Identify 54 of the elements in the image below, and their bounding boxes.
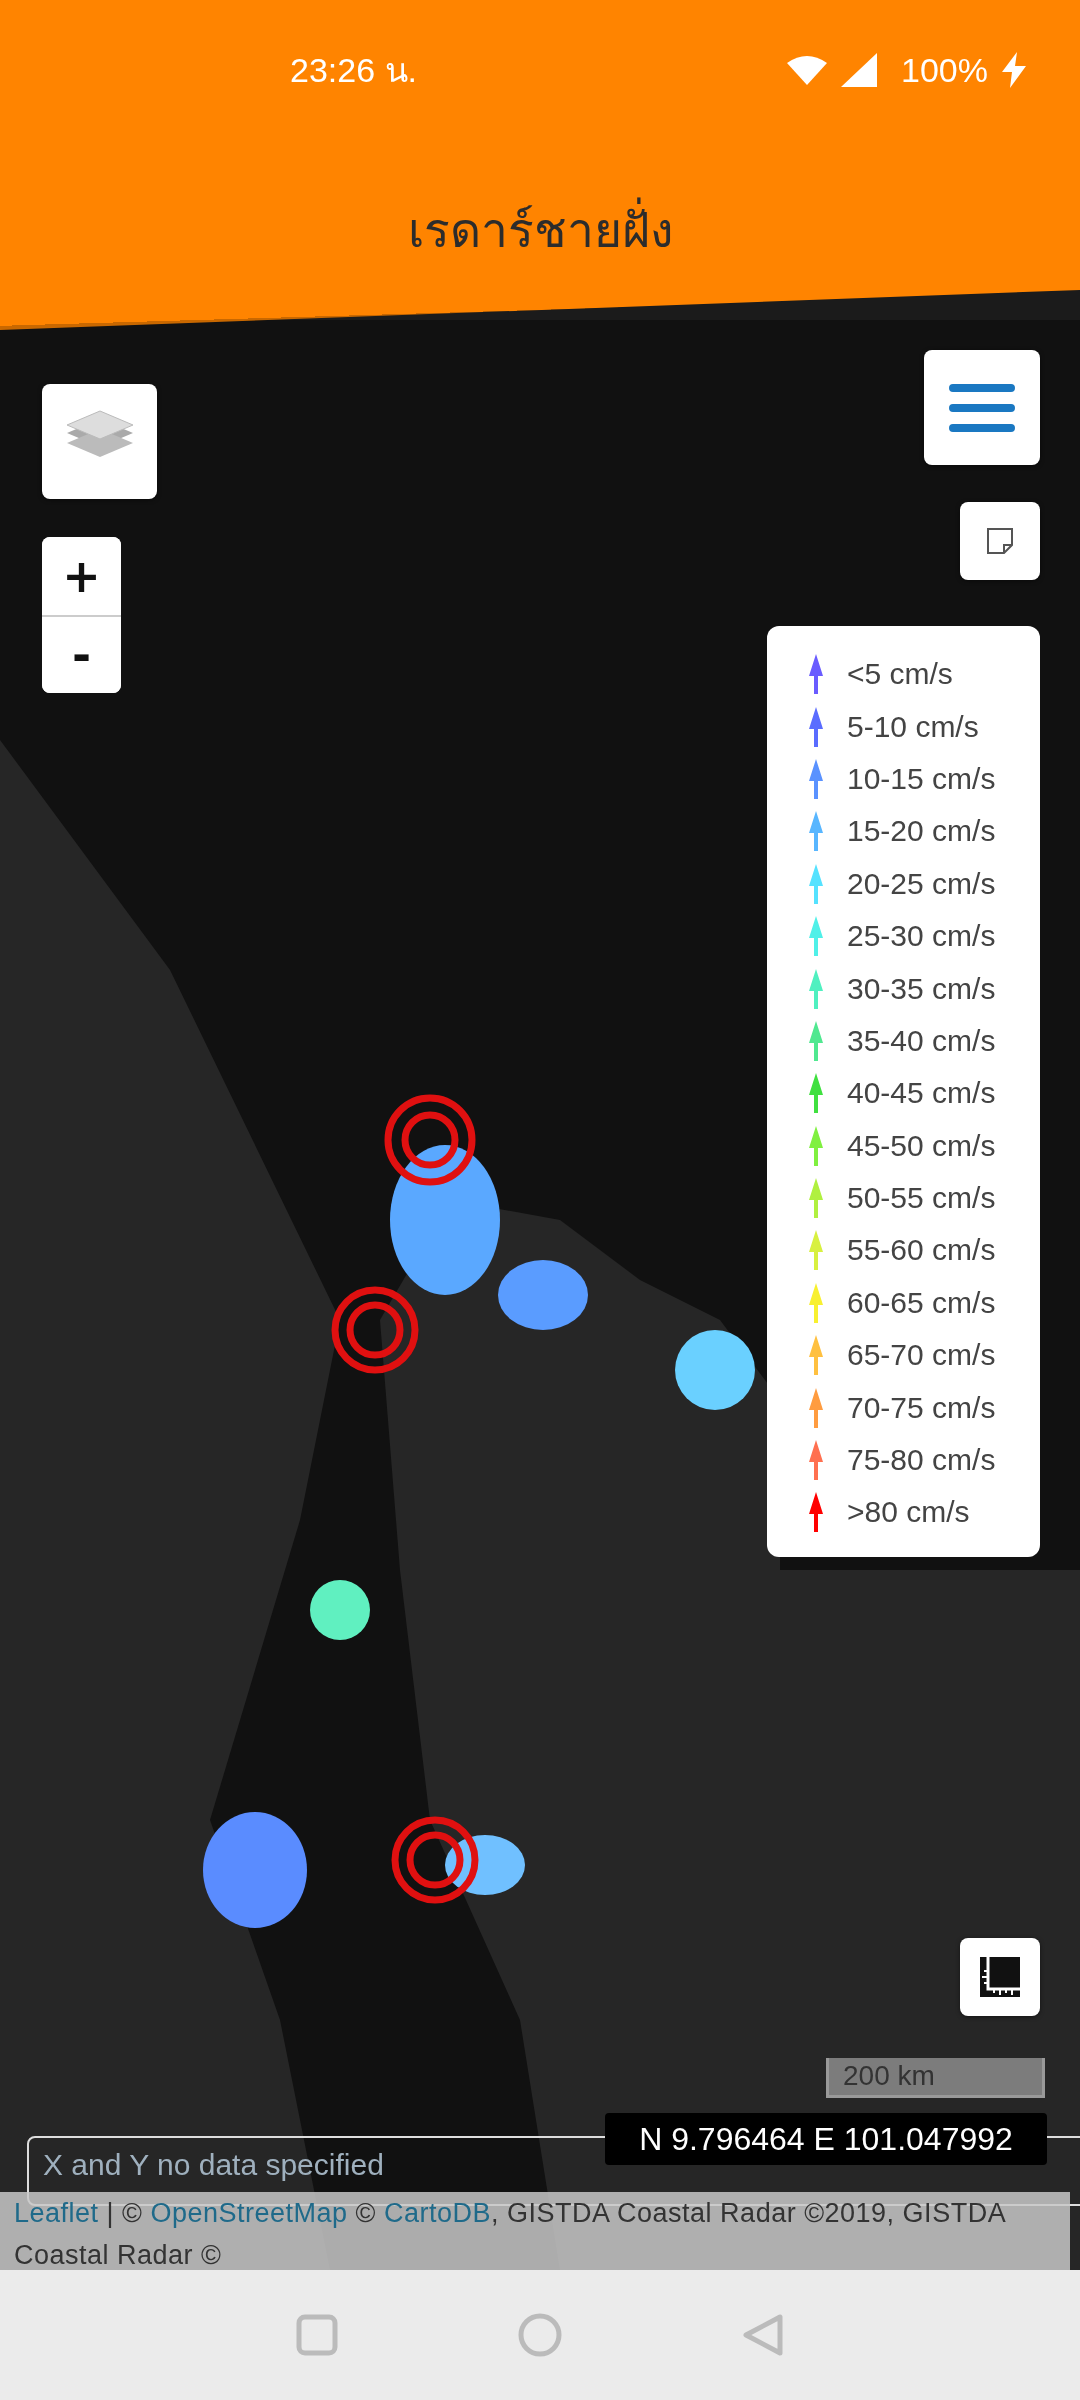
legend-label: 70-75 cm/s — [847, 1390, 996, 1425]
menu-button[interactable] — [924, 350, 1040, 465]
legend-label: 75-80 cm/s — [847, 1443, 996, 1478]
ruler-icon — [978, 1955, 1022, 1999]
arrow-icon — [809, 1335, 823, 1376]
legend-label: 25-30 cm/s — [847, 919, 996, 954]
legend-label: 35-40 cm/s — [847, 1023, 996, 1058]
home-icon[interactable] — [518, 2313, 562, 2357]
arrow-icon — [809, 1387, 823, 1428]
signal-icon — [841, 53, 878, 87]
legend-label: 30-35 cm/s — [847, 971, 996, 1006]
arrow-icon — [809, 1178, 823, 1219]
layers-button[interactable] — [42, 384, 157, 499]
legend-label: 40-45 cm/s — [847, 1076, 996, 1111]
scale-bar: 200 km — [826, 2058, 1045, 2098]
legend-label: 20-25 cm/s — [847, 866, 996, 901]
arrow-icon — [809, 1282, 823, 1323]
legend-label: 45-50 cm/s — [847, 1128, 996, 1163]
arrow-icon — [809, 758, 823, 799]
arrow-icon — [809, 916, 823, 957]
arrow-icon — [809, 654, 823, 695]
page-title: เรดาร์ชายฝั่ง — [0, 140, 1080, 268]
wifi-icon — [787, 55, 828, 85]
legend-label: 60-65 cm/s — [847, 1285, 996, 1320]
coordinates-readout: N 9.796464 E 101.047992 — [605, 2113, 1047, 2165]
zoom-out-button[interactable]: - — [42, 615, 121, 693]
arrow-icon — [809, 1073, 823, 1114]
arrow-icon — [809, 1440, 823, 1481]
clock-time: 23:26 น. — [290, 50, 417, 91]
battery-percent: 100% — [901, 50, 988, 90]
arrow-icon — [809, 968, 823, 1009]
note-icon — [986, 527, 1014, 555]
legend-label: 55-60 cm/s — [847, 1233, 996, 1268]
legend-label: 5-10 cm/s — [847, 709, 979, 744]
legend-label: <5 cm/s — [847, 657, 953, 692]
legend-label: 65-70 cm/s — [847, 1338, 996, 1373]
measure-button[interactable] — [960, 1938, 1040, 2016]
arrow-icon — [809, 706, 823, 747]
arrow-icon — [809, 811, 823, 852]
legend-label: 15-20 cm/s — [847, 814, 996, 849]
lightning-icon — [1002, 52, 1026, 88]
note-button[interactable] — [960, 502, 1040, 580]
arrow-icon — [809, 1492, 823, 1533]
arrow-icon — [809, 1230, 823, 1271]
attribution-text: Leaflet | © OpenStreetMap © CartoDB, GISTDA Coastal Radar ©2019, GISTDA Coastal Radar © — [0, 2192, 1070, 2270]
legend-label: >80 cm/s — [847, 1495, 970, 1530]
legend-label: 50-55 cm/s — [847, 1181, 996, 1216]
recents-icon[interactable] — [296, 2314, 338, 2356]
arrow-icon — [809, 1125, 823, 1166]
back-icon[interactable] — [742, 2313, 784, 2357]
arrow-icon — [809, 863, 823, 904]
arrow-icon — [809, 1020, 823, 1061]
menu-icon — [949, 383, 1015, 432]
legend-label: 10-15 cm/s — [847, 761, 996, 796]
